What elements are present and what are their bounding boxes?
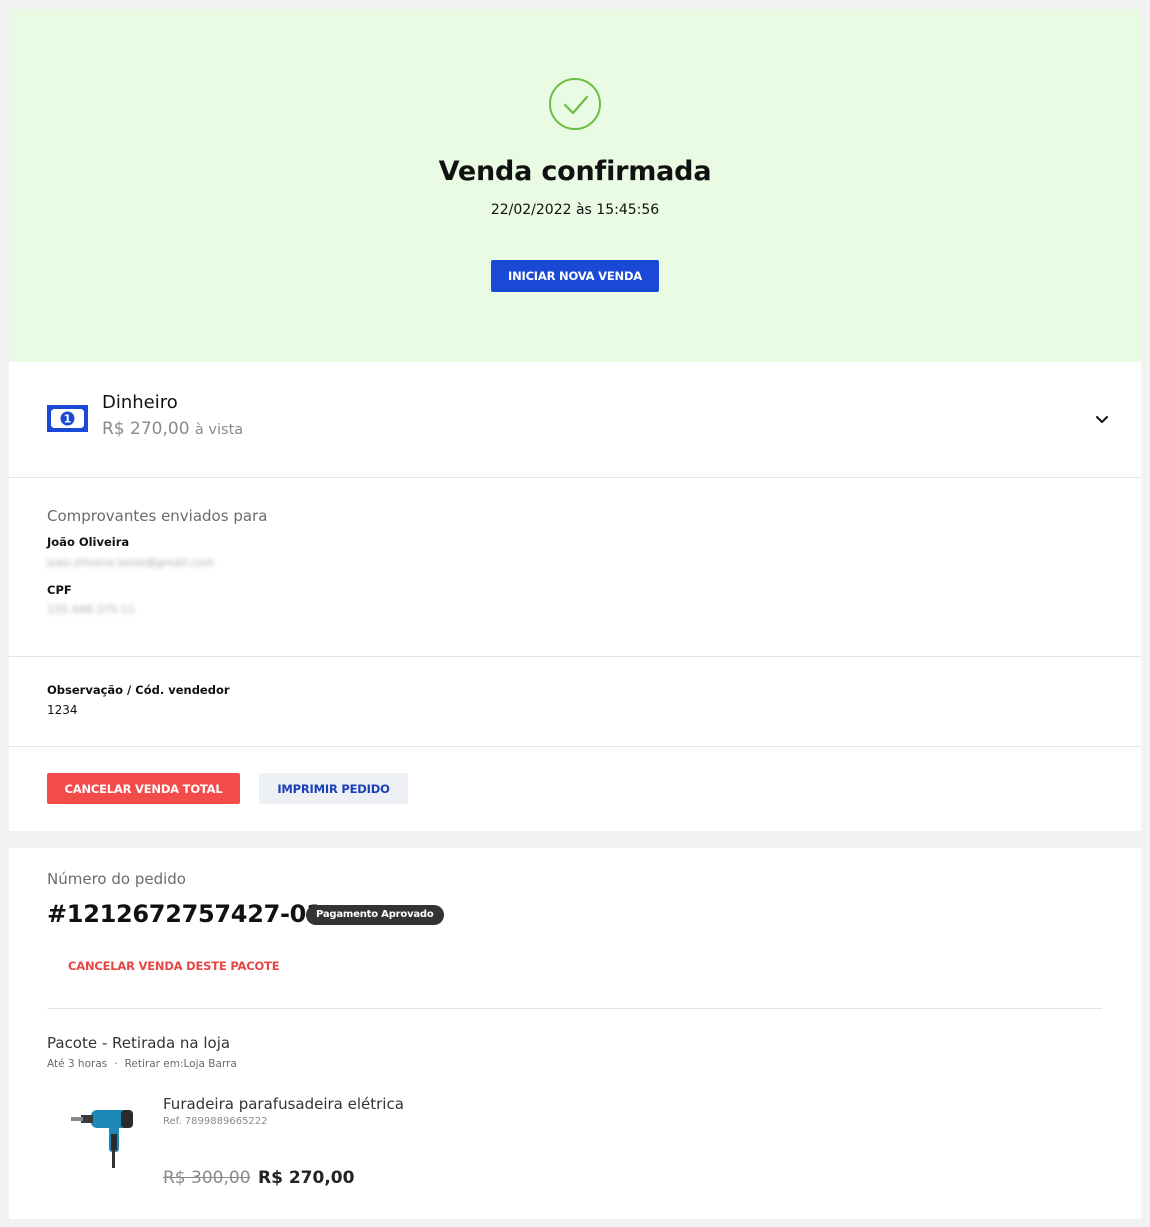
order-number-label: Número do pedido (47, 870, 186, 888)
package-title: Pacote - Retirada na loja (47, 1034, 231, 1052)
customer-email: joao.oliveira.teste@gmail.com (47, 556, 214, 569)
svg-text:1: 1 (64, 413, 72, 426)
check-circle-icon (549, 78, 601, 130)
payment-amount-line: R$ 270,00 à vista (102, 419, 243, 439)
new-sale-button[interactable]: INICIAR NOVA VENDA (491, 260, 659, 292)
payment-condition: à vista (194, 422, 244, 438)
order-card: Número do pedido #1212672757427-01 Pagam… (9, 848, 1141, 1219)
product-old-price: R$ 300,00 (163, 1168, 251, 1188)
payment-method: Dinheiro (102, 392, 178, 413)
chevron-down-icon[interactable] (1095, 410, 1109, 429)
payment-details-card: 1 Dinheiro R$ 270,00 à vista Comprovante… (9, 362, 1141, 831)
cash-bill-icon: 1 (47, 405, 88, 436)
package-meta: Até 3 horas · Retirar em:Loja Barra (47, 1058, 237, 1070)
notes-label: Observação / Cód. vendedor (47, 683, 230, 697)
notes-value: 1234 (47, 703, 78, 717)
order-number: #1212672757427-01 (47, 900, 323, 928)
cancel-package-button[interactable]: CANCELAR VENDA DESTE PACOTE (68, 959, 280, 973)
divider (9, 477, 1141, 478)
divider (47, 1008, 1102, 1009)
package-eta: Até 3 horas (47, 1058, 108, 1070)
sale-datetime: 22/02/2022 às 15:45:56 (490, 202, 660, 218)
payment-amount: R$ 270,00 (102, 419, 190, 439)
status-badge: Pagamento Aprovado (306, 905, 444, 925)
receipts-heading: Comprovantes enviados para (47, 507, 268, 525)
print-order-button[interactable]: IMPRIMIR PEDIDO (259, 773, 408, 804)
product-name: Furadeira parafusadeira elétrica (163, 1095, 404, 1113)
page-title: Venda confirmada (438, 156, 712, 187)
customer-name: João Oliveira (47, 535, 130, 549)
divider (9, 746, 1141, 747)
product-ref: Ref. 7899889665222 (163, 1116, 268, 1127)
cpf-value: 155.448.375-11 (47, 603, 135, 616)
drill-image (69, 1100, 147, 1176)
product-price: R$ 270,00 (258, 1168, 355, 1188)
cpf-label: CPF (47, 583, 72, 597)
package-pickup: Retirar em:Loja Barra (124, 1058, 237, 1070)
confirmation-banner: Venda confirmada 22/02/2022 às 15:45:56 … (9, 9, 1141, 362)
cancel-total-sale-button[interactable]: CANCELAR VENDA TOTAL (47, 773, 240, 804)
divider (9, 656, 1141, 657)
dot-separator: · (114, 1058, 118, 1070)
